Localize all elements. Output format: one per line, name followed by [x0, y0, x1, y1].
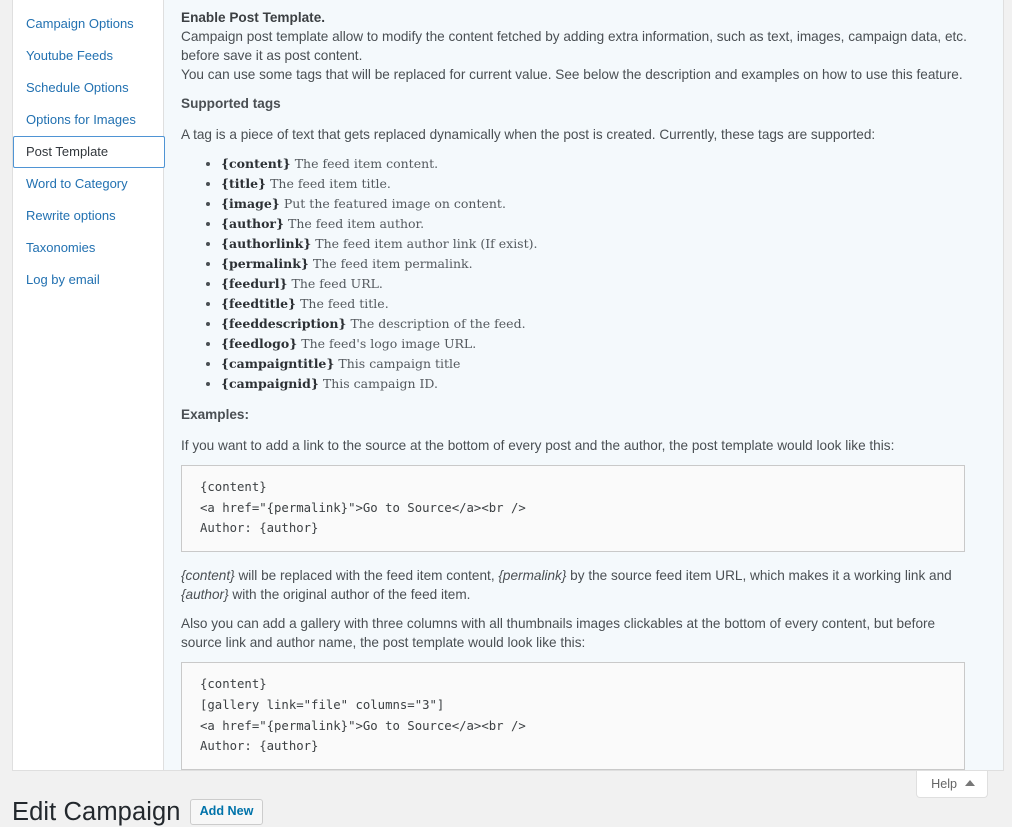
list-item: {title} The feed item title. — [221, 174, 974, 194]
tag-name: {feedurl} — [221, 276, 288, 291]
supported-tags-intro: A tag is a piece of text that gets repla… — [181, 127, 876, 142]
tag-name: {feedlogo} — [221, 336, 298, 351]
list-item: {author} The feed item author. — [221, 214, 974, 234]
supported-tags-heading: Supported tags — [181, 96, 281, 111]
help-toggle-label: Help — [931, 776, 957, 791]
help-intro-line-1: Campaign post template allow to modify t… — [181, 29, 967, 63]
tag-name: {authorlink} — [221, 236, 312, 251]
sidebar-item-schedule-options[interactable]: Schedule Options — [13, 72, 163, 104]
add-new-button[interactable]: Add New — [189, 799, 264, 825]
list-item: {content} The feed item content. — [221, 154, 974, 174]
list-item: {feedtitle} The feed title. — [221, 294, 974, 314]
tag-name: {title} — [221, 176, 267, 191]
tag-description: The feed title. — [300, 296, 389, 311]
help-tabs-sidebar: Campaign Options Youtube Feeds Schedule … — [13, 0, 165, 770]
tag-description: The feed URL. — [291, 276, 383, 291]
example-1-intro: If you want to add a link to the source … — [181, 438, 895, 453]
tag-description: The feed item content. — [294, 156, 439, 171]
inline-tag-permalink: {permalink} — [498, 568, 567, 584]
sidebar-item-youtube-feeds[interactable]: Youtube Feeds — [13, 40, 163, 72]
list-item: {feeddescription} The description of the… — [221, 314, 974, 334]
tag-description: The feed's logo image URL. — [301, 336, 477, 351]
tag-name: {campaignid} — [221, 376, 319, 391]
list-item: {authorlink} The feed item author link (… — [221, 234, 974, 254]
list-item: {feedurl} The feed URL. — [221, 274, 974, 294]
admin-page-header-area: Help Edit Campaign Add New — [0, 771, 1012, 826]
list-item: {permalink} The feed item permalink. — [221, 254, 974, 274]
example-1-code-block: {content} <a href="{permalink}">Go to So… — [181, 465, 965, 553]
sidebar-item-campaign-options[interactable]: Campaign Options — [13, 8, 163, 40]
tag-description: This campaign title — [338, 356, 461, 371]
help-heading: Enable Post Template. — [181, 10, 326, 25]
inline-tag-content: {content} — [181, 568, 235, 584]
list-item: {campaignid} This campaign ID. — [221, 374, 974, 394]
tag-name: {permalink} — [221, 256, 309, 271]
tag-description: The description of the feed. — [350, 316, 526, 331]
example-2-intro: Also you can add a gallery with three co… — [181, 616, 936, 651]
tag-description: The feed item author link (If exist). — [315, 236, 538, 251]
tag-name: {author} — [221, 216, 285, 231]
list-item: {campaigntitle} This campaign title — [221, 354, 974, 374]
sidebar-item-options-for-images[interactable]: Options for Images — [13, 104, 163, 136]
tag-name: {feeddescription} — [221, 316, 347, 331]
sidebar-item-post-template[interactable]: Post Template — [13, 136, 165, 168]
tag-description: Put the featured image on content. — [283, 196, 506, 211]
sidebar-item-rewrite-options[interactable]: Rewrite options — [13, 200, 163, 232]
tag-name: {feedtitle} — [221, 296, 297, 311]
help-intro-block: Enable Post Template. Campaign post temp… — [181, 8, 974, 84]
tag-description: The feed item permalink. — [312, 256, 473, 271]
supported-tags-list: {content} The feed item content. {title}… — [181, 154, 974, 394]
tag-name: {campaigntitle} — [221, 356, 335, 371]
sidebar-item-word-to-category[interactable]: Word to Category — [13, 168, 163, 200]
tag-name: {content} — [221, 156, 291, 171]
help-content-pane: Enable Post Template. Campaign post temp… — [164, 0, 1003, 770]
example-1-note: {content} will be replaced with the feed… — [181, 566, 974, 604]
list-item: {feedlogo} The feed's logo image URL. — [221, 334, 974, 354]
note-text: by the source feed item URL, which makes… — [566, 568, 952, 584]
tag-description: The feed item author. — [288, 216, 425, 231]
inline-tag-author: {author} — [181, 587, 229, 603]
note-text: will be replaced with the feed item cont… — [234, 568, 499, 584]
examples-heading: Examples: — [181, 407, 250, 422]
chevron-up-icon — [965, 780, 975, 786]
note-text: with the original author of the feed ite… — [228, 587, 471, 603]
tag-description: The feed item title. — [270, 176, 391, 191]
tag-name: {image} — [221, 196, 280, 211]
help-toggle-button[interactable]: Help — [916, 771, 988, 798]
sidebar-item-taxonomies[interactable]: Taxonomies — [13, 232, 163, 264]
tag-description: This campaign ID. — [322, 376, 438, 391]
help-intro-line-2: You can use some tags that will be repla… — [181, 67, 963, 82]
contextual-help-panel: Campaign Options Youtube Feeds Schedule … — [12, 0, 1004, 771]
list-item: {image} Put the featured image on conten… — [221, 194, 974, 214]
sidebar-item-log-by-email[interactable]: Log by email — [13, 264, 163, 296]
example-2-code-block: {content} [gallery link="file" columns="… — [181, 662, 965, 770]
